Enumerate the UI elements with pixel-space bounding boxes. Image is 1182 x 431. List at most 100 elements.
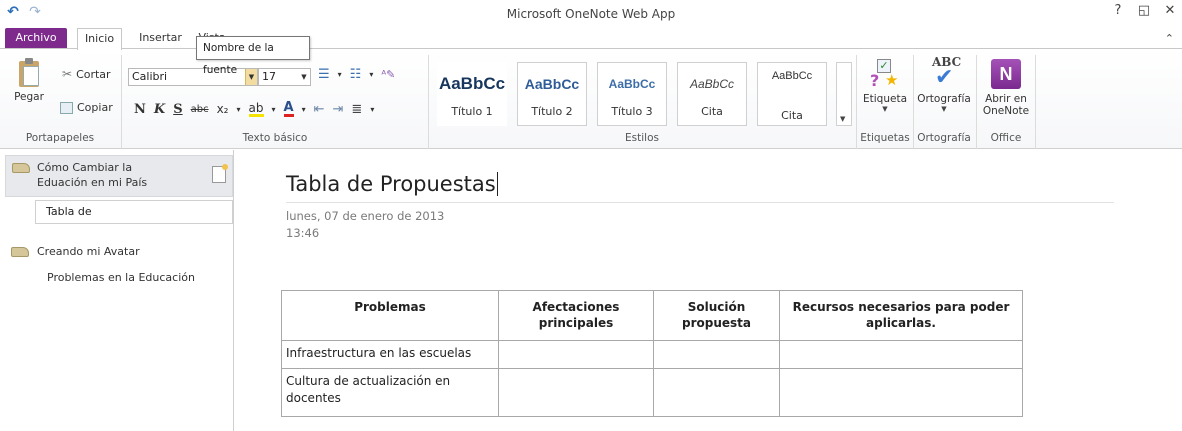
table-cell[interactable] xyxy=(498,368,654,417)
increase-indent-icon[interactable]: ⇥ xyxy=(333,102,344,117)
chevron-down-icon[interactable]: ▾ xyxy=(302,105,306,114)
tab-archivo[interactable]: Archivo xyxy=(5,28,67,49)
font-name-value: Calibri xyxy=(132,70,168,83)
table-header-cell[interactable]: Recursos necesarios para poder aplicarla… xyxy=(779,290,1023,341)
tab-inicio[interactable]: Inicio xyxy=(77,28,122,50)
ribbon-separator xyxy=(1035,55,1036,149)
group-label-spelling: Ortografía xyxy=(917,132,971,144)
style-sample: AaBbCc xyxy=(608,77,656,91)
close-icon[interactable]: ✕ xyxy=(1162,3,1178,18)
align-icon[interactable]: ≣ xyxy=(351,102,362,117)
table-header-row: Problemas Afectaciones principales Soluc… xyxy=(281,290,1023,341)
underline-button[interactable]: S xyxy=(173,102,182,117)
restore-icon[interactable]: ◱ xyxy=(1136,3,1152,18)
style-cita-2[interactable]: AaBbCc Cita xyxy=(757,62,827,126)
tag-label: Etiqueta xyxy=(863,93,907,105)
ribbon-separator xyxy=(976,55,977,149)
copy-label: Copiar xyxy=(77,101,113,114)
style-titulo-3[interactable]: AaBbCc Título 3 xyxy=(597,62,667,126)
chevron-down-icon[interactable]: ▾ xyxy=(370,105,374,114)
ribbon-tabs: Archivo Inicio Insertar Vista xyxy=(0,28,1182,50)
strikethrough-button[interactable]: abc xyxy=(191,104,209,115)
section-name-line1: Cómo Cambiar la xyxy=(37,161,133,174)
font-format-row: N K S abc x₂ ▾ ab ▾ A ▾ ⇤ ⇥ ≣ ▾ xyxy=(134,101,374,117)
group-label-font: Texto básico xyxy=(242,132,308,144)
section-tab-icon xyxy=(11,247,29,257)
tab-insertar[interactable]: Insertar xyxy=(133,28,188,49)
collapse-ribbon-icon[interactable]: ⌃ xyxy=(1165,32,1174,45)
chevron-down-icon[interactable]: ▼ xyxy=(914,105,974,113)
style-sample: AaBbCc xyxy=(524,76,580,92)
italic-button[interactable]: K xyxy=(154,102,165,117)
chevron-down-icon[interactable]: ▼ xyxy=(860,105,910,113)
table-cell[interactable] xyxy=(653,368,780,417)
open-in-label-2: OneNote xyxy=(982,105,1030,117)
font-name-select[interactable]: Calibri ▼ xyxy=(128,68,258,86)
paste-label: Pegar xyxy=(14,91,44,103)
notebook-navigation: Cómo Cambiar la Eduación en mi País Tabl… xyxy=(0,150,234,431)
style-name: Cita xyxy=(781,109,803,122)
help-icon[interactable]: ? xyxy=(1110,3,1126,18)
chevron-down-icon[interactable]: ▾ xyxy=(338,70,342,79)
title-underline xyxy=(286,202,1114,203)
title-bar: ↶ ↷ Microsoft OneNote Web App ? ◱ ✕ xyxy=(0,0,1182,28)
spelling-label: Ortografía xyxy=(917,93,971,105)
subscript-button[interactable]: x₂ xyxy=(217,102,229,116)
styles-gallery-more[interactable]: ▼ xyxy=(836,62,852,126)
chevron-down-icon[interactable]: ▾ xyxy=(272,105,276,114)
bullet-list-icon[interactable]: ☰ xyxy=(318,67,330,82)
group-label-clipboard: Portapapeles xyxy=(25,132,95,144)
chevron-down-icon[interactable]: ▼ xyxy=(298,69,310,85)
table-header-cell[interactable]: Afectaciones principales xyxy=(498,290,654,341)
table-header-cell[interactable]: Solución propuesta xyxy=(653,290,780,341)
table-header-cell[interactable]: Problemas xyxy=(281,290,499,341)
page-time: 13:46 xyxy=(286,226,320,240)
section-tab-icon xyxy=(12,163,30,173)
table-row: Cultura de actualización en docentes xyxy=(281,368,1023,417)
page-title[interactable]: Tabla de Propuestas xyxy=(286,172,498,196)
bold-button[interactable]: N xyxy=(134,102,146,117)
spelling-button[interactable]: ABC ✔ Ortografía ▼ xyxy=(914,55,974,113)
chevron-down-icon[interactable]: ▼ xyxy=(245,69,257,85)
scissors-icon: ✂ xyxy=(62,67,73,81)
page-item-selected[interactable]: Tabla de xyxy=(35,200,233,224)
chevron-down-icon[interactable]: ▾ xyxy=(237,105,241,114)
style-cita-1[interactable]: AaBbCc Cita xyxy=(677,62,747,126)
style-titulo-2[interactable]: AaBbCc Título 2 xyxy=(517,62,587,126)
table-cell[interactable] xyxy=(779,340,1023,369)
new-page-icon[interactable] xyxy=(212,164,228,183)
numbered-list-icon[interactable]: ☷ xyxy=(350,67,362,82)
chevron-down-icon[interactable]: ▾ xyxy=(369,70,373,79)
section-item[interactable]: Creando mi Avatar xyxy=(37,245,140,258)
table-cell[interactable] xyxy=(653,340,780,369)
ribbon: Pegar ✂ Cortar Copiar Portapapeles Calib… xyxy=(0,48,1182,149)
chevron-down-icon[interactable]: ▼ xyxy=(840,115,845,123)
page-item[interactable]: Problemas en la Educación xyxy=(47,271,195,284)
paste-button[interactable]: Pegar xyxy=(10,57,48,103)
table-cell[interactable] xyxy=(779,368,1023,417)
font-color-icon[interactable]: A xyxy=(283,101,294,117)
table-cell[interactable] xyxy=(498,340,654,369)
decrease-indent-icon[interactable]: ⇤ xyxy=(314,102,325,117)
style-titulo-1[interactable]: AaBbCc Título 1 xyxy=(437,62,507,126)
style-sample: AaBbCc xyxy=(771,70,813,82)
highlight-icon[interactable]: ab xyxy=(248,102,264,117)
table-cell[interactable]: Cultura de actualización en docentes xyxy=(281,368,499,417)
style-name: Cita xyxy=(701,105,723,118)
style-name: Título 3 xyxy=(611,105,653,118)
group-label-office: Office xyxy=(990,132,1022,144)
table-cell[interactable]: Infraestructura en las escuelas xyxy=(281,340,499,369)
style-sample: AaBbCc xyxy=(689,77,735,91)
table-row: Infraestructura en las escuelas xyxy=(281,340,1023,369)
window-title: Microsoft OneNote Web App xyxy=(506,7,676,21)
cut-button[interactable]: ✂ Cortar xyxy=(62,67,111,81)
tag-button[interactable]: ✓ ? ★ Etiqueta ▼ xyxy=(860,55,910,113)
open-in-onenote-button[interactable]: N Abrir en OneNote xyxy=(979,55,1033,117)
copy-button[interactable]: Copiar xyxy=(60,101,113,114)
onenote-app: ↶ ↷ Microsoft OneNote Web App ? ◱ ✕ Arch… xyxy=(0,0,1182,431)
font-size-select[interactable]: 17 ▼ xyxy=(258,68,311,86)
clear-formatting-icon[interactable]: ᴬ✎ xyxy=(381,68,395,81)
font-size-value: 17 xyxy=(262,70,276,83)
section-item-selected[interactable]: Cómo Cambiar la Eduación en mi País xyxy=(5,155,233,197)
style-name: Título 1 xyxy=(451,105,493,118)
